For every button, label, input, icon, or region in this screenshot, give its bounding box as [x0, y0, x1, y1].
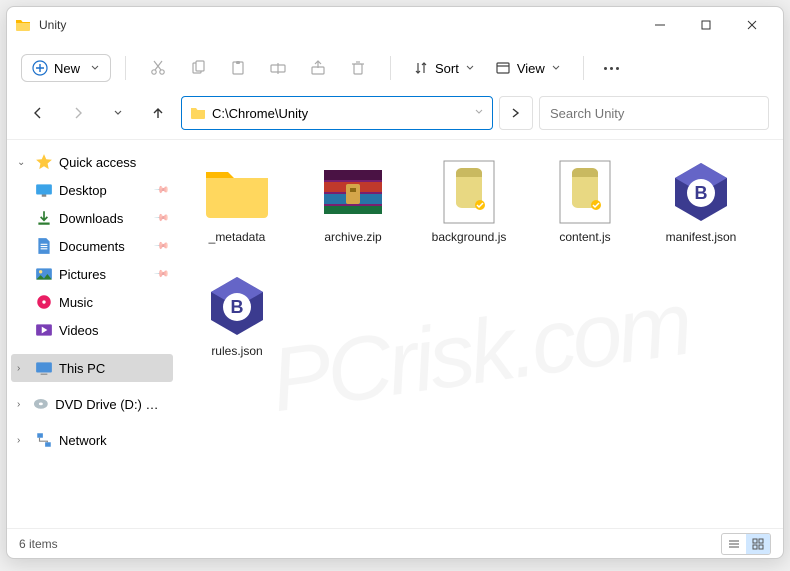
- script-icon: [546, 156, 624, 228]
- pin-icon: 📌: [152, 266, 169, 283]
- file-item-json[interactable]: B manifest.json: [645, 150, 757, 258]
- chevron-right-icon: ›: [17, 435, 29, 446]
- cut-button[interactable]: [140, 50, 176, 86]
- file-list: PCrisk.com _metadata archive.zip backgro…: [177, 140, 783, 528]
- view-toggle: [721, 533, 771, 555]
- folder-icon: [198, 156, 276, 228]
- pin-icon: 📌: [152, 210, 169, 227]
- sidebar-item-music[interactable]: Music: [11, 288, 173, 316]
- file-label: background.js: [432, 230, 507, 244]
- path-input[interactable]: [212, 106, 474, 121]
- json-icon: B: [662, 156, 740, 228]
- forward-button[interactable]: [61, 96, 95, 130]
- more-button[interactable]: [598, 61, 625, 76]
- up-button[interactable]: [141, 96, 175, 130]
- chevron-down-icon: ⌄: [17, 157, 29, 168]
- rename-button[interactable]: [260, 50, 296, 86]
- file-label: rules.json: [211, 344, 262, 358]
- file-item-archive[interactable]: archive.zip: [297, 150, 409, 258]
- archive-icon: [314, 156, 392, 228]
- view-button[interactable]: View: [487, 55, 569, 81]
- sidebar-item-dvd[interactable]: ›DVD Drive (D:) CCCC: [11, 390, 173, 418]
- copy-button[interactable]: [180, 50, 216, 86]
- refresh-button[interactable]: [499, 96, 533, 130]
- download-icon: [35, 209, 53, 227]
- separator: [125, 56, 126, 80]
- search-input[interactable]: [550, 106, 758, 121]
- toolbar: New Sort View: [7, 43, 783, 93]
- star-icon: [35, 153, 53, 171]
- recent-button[interactable]: [101, 96, 135, 130]
- music-icon: [35, 293, 53, 311]
- sort-button[interactable]: Sort: [405, 55, 483, 81]
- desktop-icon: [35, 181, 53, 199]
- file-label: _metadata: [209, 230, 266, 244]
- window-title: Unity: [39, 18, 66, 32]
- pin-icon: 📌: [152, 238, 169, 255]
- folder-icon: [190, 105, 206, 121]
- navigation-row: [7, 93, 783, 139]
- separator: [583, 56, 584, 80]
- pin-icon: 📌: [152, 182, 169, 199]
- address-dropdown-icon[interactable]: [474, 104, 484, 122]
- sidebar: ⌄ Quick access Desktop📌 Downloads📌 Docum…: [7, 140, 177, 528]
- maximize-button[interactable]: [683, 9, 729, 41]
- new-button[interactable]: New: [21, 54, 111, 82]
- chevron-right-icon: ›: [17, 363, 29, 374]
- item-count: 6 items: [19, 537, 58, 551]
- paste-button[interactable]: [220, 50, 256, 86]
- svg-text:B: B: [695, 183, 708, 203]
- videos-icon: [35, 321, 53, 339]
- titlebar: Unity: [7, 7, 783, 43]
- dvd-icon: [33, 395, 49, 413]
- pc-icon: [35, 359, 53, 377]
- network-icon: [35, 431, 53, 449]
- search-box[interactable]: [539, 96, 769, 130]
- share-button[interactable]: [300, 50, 336, 86]
- address-bar[interactable]: [181, 96, 493, 130]
- status-bar: 6 items: [7, 528, 783, 558]
- minimize-button[interactable]: [637, 9, 683, 41]
- explorer-window: Unity New Sort View: [6, 6, 784, 559]
- sidebar-item-documents[interactable]: Documents📌: [11, 232, 173, 260]
- sidebar-item-this-pc[interactable]: ›This PC: [11, 354, 173, 382]
- chevron-right-icon: ›: [17, 399, 27, 410]
- back-button[interactable]: [21, 96, 55, 130]
- sidebar-item-quick-access[interactable]: ⌄ Quick access: [11, 148, 173, 176]
- sidebar-item-network[interactable]: ›Network: [11, 426, 173, 454]
- sidebar-item-downloads[interactable]: Downloads📌: [11, 204, 173, 232]
- file-item-script[interactable]: background.js: [413, 150, 525, 258]
- folder-icon: [15, 17, 31, 33]
- sidebar-item-desktop[interactable]: Desktop📌: [11, 176, 173, 204]
- file-label: manifest.json: [666, 230, 737, 244]
- document-icon: [35, 237, 53, 255]
- script-icon: [430, 156, 508, 228]
- new-label: New: [54, 61, 80, 76]
- details-view-button[interactable]: [722, 534, 746, 554]
- watermark: PCrisk.com: [265, 273, 695, 433]
- close-button[interactable]: [729, 9, 775, 41]
- file-item-folder[interactable]: _metadata: [181, 150, 293, 258]
- pictures-icon: [35, 265, 53, 283]
- file-label: archive.zip: [324, 230, 381, 244]
- sidebar-item-pictures[interactable]: Pictures📌: [11, 260, 173, 288]
- file-label: content.js: [559, 230, 610, 244]
- icons-view-button[interactable]: [746, 534, 770, 554]
- json-icon: B: [198, 270, 276, 342]
- delete-button[interactable]: [340, 50, 376, 86]
- file-item-json[interactable]: B rules.json: [181, 264, 293, 372]
- separator: [390, 56, 391, 80]
- sidebar-item-videos[interactable]: Videos: [11, 316, 173, 344]
- svg-text:B: B: [231, 297, 244, 317]
- file-item-script[interactable]: content.js: [529, 150, 641, 258]
